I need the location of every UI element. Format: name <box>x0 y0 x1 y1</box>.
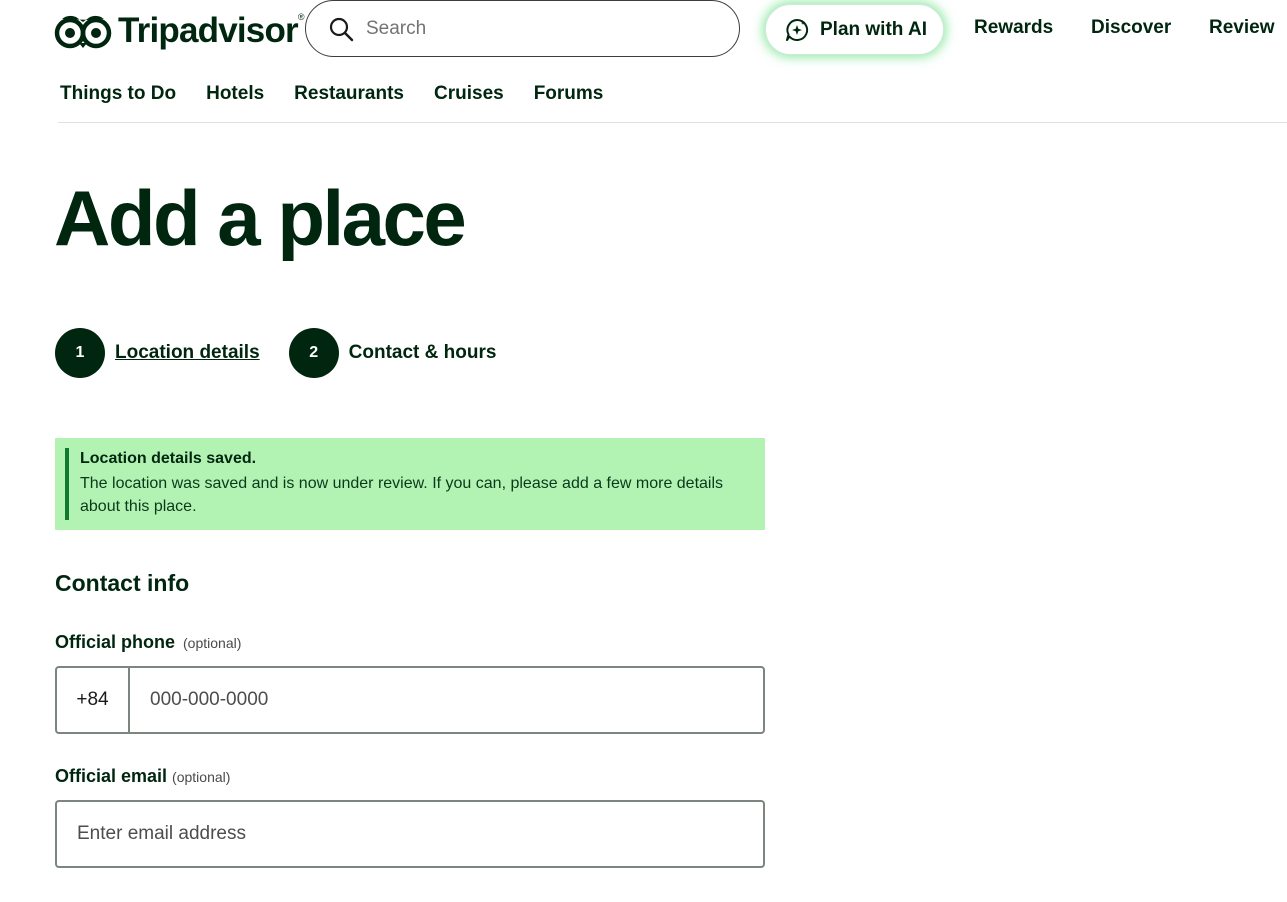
nav-restaurants[interactable]: Restaurants <box>294 83 404 105</box>
owl-logo-icon <box>54 15 112 49</box>
nav-rewards[interactable]: Rewards <box>974 17 1053 39</box>
phone-label-text: Official phone <box>55 632 176 652</box>
search-input[interactable] <box>366 17 706 40</box>
top-nav-rewards[interactable]: Rewards <box>974 17 1053 39</box>
nav-things-to-do[interactable]: Things to Do <box>60 83 176 105</box>
phone-label: Official phone (optional) <box>55 632 241 653</box>
category-nav: Things to Do Hotels Restaurants Cruises … <box>60 83 603 105</box>
step-label-contact-hours: Contact & hours <box>348 342 497 363</box>
nav-discover[interactable]: Discover <box>1091 17 1171 39</box>
email-label-text: Official email <box>55 766 168 786</box>
step-number-1: 1 <box>55 328 105 378</box>
search-icon <box>329 17 354 41</box>
step-contact-hours: 2 Contact & hours <box>288 328 497 378</box>
banner-accent-bar <box>65 448 69 520</box>
top-nav-review[interactable]: Review <box>1209 17 1274 39</box>
email-optional-text: (optional) <box>172 769 231 785</box>
email-input[interactable] <box>57 802 763 866</box>
email-label: Official email (optional) <box>55 766 230 787</box>
phone-optional-text: (optional) <box>183 635 242 651</box>
step-location-details[interactable]: 1 Location details <box>55 328 260 378</box>
nav-cruises[interactable]: Cruises <box>434 83 504 105</box>
top-nav-discover[interactable]: Discover <box>1091 17 1171 39</box>
page-title: Add a place <box>54 174 467 262</box>
ai-sparkle-chat-icon <box>786 18 809 41</box>
banner-title: Location details saved. <box>80 450 257 467</box>
nav-review[interactable]: Review <box>1209 17 1274 39</box>
search-bar[interactable] <box>305 0 740 57</box>
nav-forums[interactable]: Forums <box>534 83 604 105</box>
header-divider <box>58 122 1287 123</box>
banner-message: The location was saved and is now under … <box>80 475 724 515</box>
step-label-location-details[interactable]: Location details <box>115 342 260 364</box>
tripadvisor-logo[interactable]: Tripadvisor® <box>54 10 304 50</box>
country-code-selector[interactable]: +84 <box>57 668 130 732</box>
success-banner: Location details saved. The location was… <box>55 438 765 530</box>
plan-with-ai-button[interactable]: Plan with AI <box>765 4 944 55</box>
logo-wordmark: Tripadvisor® <box>118 10 304 50</box>
step-indicator: 1 Location details 2 Contact & hours <box>55 328 496 378</box>
phone-field: +84 <box>55 666 765 734</box>
email-field <box>55 800 765 868</box>
step-number-2: 2 <box>288 328 339 378</box>
nav-hotels[interactable]: Hotels <box>206 83 264 105</box>
page: Tripadvisor® Plan with AI Rewards Discov… <box>0 0 1287 902</box>
banner-content: Location details saved. The location was… <box>80 448 751 520</box>
plan-with-ai-label: Plan with AI <box>820 18 927 40</box>
contact-info-heading: Contact info <box>55 570 190 596</box>
phone-input[interactable] <box>130 668 763 732</box>
